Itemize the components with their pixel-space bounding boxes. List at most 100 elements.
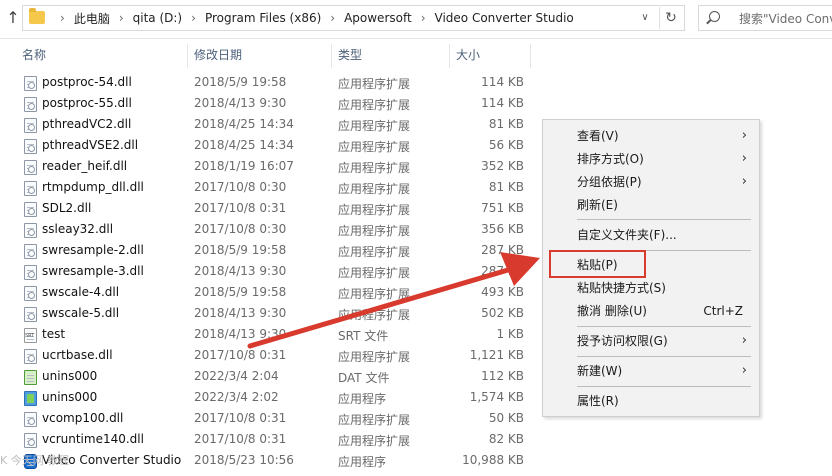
file-row[interactable]: pthreadVC2.dll 2018/4/25 14:34 应用程序扩展 81 KB — [0, 115, 540, 136]
column-header-name[interactable]: 名称 — [22, 44, 46, 68]
menu-item-refresh[interactable]: 刷新(E) — [543, 194, 759, 216]
file-name: swscale-4.dll — [42, 285, 120, 299]
menu-item-view[interactable]: 查看(V) › — [543, 125, 759, 147]
column-header-date[interactable]: 修改日期 — [194, 44, 242, 68]
menu-item-sort[interactable]: 排序方式(O) › — [543, 148, 759, 170]
file-icon — [24, 349, 37, 364]
file-type: 应用程序 — [338, 455, 387, 469]
file-row[interactable]: pthreadVSE2.dll 2018/4/25 14:34 应用程序扩展 56 K… — [0, 136, 540, 157]
file-row[interactable]: swscale-5.dll 2018/4/13 9:30 应用程序扩展 502 KB — [0, 304, 540, 325]
chevron-right-icon[interactable]: › — [421, 11, 426, 25]
column-divider[interactable] — [530, 44, 531, 68]
menu-item-properties[interactable]: 属性(R) — [543, 390, 759, 412]
file-icon — [24, 160, 37, 175]
chevron-right-icon[interactable]: › — [330, 11, 335, 25]
file-size: 81 KB — [488, 117, 524, 131]
menu-item-customize-folder[interactable]: 自定义文件夹(F)... — [543, 224, 759, 246]
up-arrow-icon[interactable]: ↑ — [4, 8, 22, 28]
file-row[interactable]: swresample-2.dll 2018/5/9 19:58 应用程序扩展 287 … — [0, 241, 540, 262]
file-date: 2018/4/25 14:34 — [194, 138, 294, 152]
file-row[interactable]: reader_heif.dll 2018/1/19 16:07 应用程序扩展 352 … — [0, 157, 540, 178]
menu-item-properties-label: 属性(R) — [577, 394, 619, 408]
chevron-right-icon[interactable]: › — [119, 11, 124, 25]
file-type: DAT 文件 — [338, 371, 390, 385]
menu-item-new[interactable]: 新建(W) › — [543, 360, 759, 382]
file-row[interactable]: postproc-54.dll 2018/5/9 19:58 应用程序扩展 114 K… — [0, 73, 540, 94]
file-type: 应用程序扩展 — [338, 434, 411, 448]
file-size: 751 KB — [481, 201, 524, 215]
menu-item-undo-shortcut: Ctrl+Z — [703, 304, 743, 318]
file-type: 应用程序扩展 — [338, 413, 411, 427]
file-date: 2022/3/4 2:04 — [194, 369, 279, 383]
file-icon — [24, 244, 37, 259]
file-row[interactable]: test 2018/4/13 9:30 SRT 文件 1 KB — [0, 325, 540, 346]
file-row[interactable]: unins000 2022/3/4 2:04 DAT 文件 112 KB — [0, 367, 540, 388]
file-date: 2017/10/8 0:30 — [194, 180, 287, 194]
file-name: reader_heif.dll — [42, 159, 128, 173]
file-name: swscale-5.dll — [42, 306, 120, 320]
breadcrumb-item-apowersoft[interactable]: Apowersoft — [344, 11, 412, 25]
file-name: swresample-2.dll — [42, 243, 144, 257]
file-row[interactable]: rtmpdump_dll.dll 2017/10/8 0:30 应用程序扩展 81 K… — [0, 178, 540, 199]
menu-item-group-label: 分组依据(P) — [577, 175, 642, 189]
file-icon — [24, 118, 37, 133]
file-row[interactable]: vcomp100.dll 2017/10/8 0:31 应用程序扩展 50 KB — [0, 409, 540, 430]
file-date: 2018/1/19 16:07 — [194, 159, 294, 173]
menu-item-sort-label: 排序方式(O) — [577, 152, 644, 166]
file-row[interactable]: Video Converter Studio 2018/5/23 10:56 应用程… — [0, 451, 540, 472]
menu-item-undo-delete[interactable]: 撤消 删除(U) Ctrl+Z — [543, 300, 759, 322]
file-type: 应用程序扩展 — [338, 98, 411, 112]
address-toolbar: ↑ › 此电脑 › qita (D:) › Program Files (x86… — [0, 0, 832, 39]
column-header-size[interactable]: 大小 — [456, 44, 480, 68]
file-type: 应用程序扩展 — [338, 182, 411, 196]
chevron-right-icon: › — [741, 128, 747, 143]
address-bar[interactable]: › 此电脑 › qita (D:) › Program Files (x86) … — [22, 5, 685, 31]
breadcrumb-item-program-files[interactable]: Program Files (x86) — [205, 11, 321, 25]
file-type: 应用程序扩展 — [338, 77, 411, 91]
file-type: 应用程序扩展 — [338, 266, 411, 280]
chevron-right-icon[interactable]: › — [191, 11, 196, 25]
paste-highlight-box — [549, 250, 646, 278]
watermark: K 今天网 教程 — [0, 454, 70, 467]
file-type: 应用程序扩展 — [338, 161, 411, 175]
chevron-right-icon[interactable]: › — [60, 11, 65, 25]
folder-icon — [29, 8, 45, 24]
file-size: 50 KB — [488, 411, 524, 425]
column-divider[interactable] — [331, 44, 332, 68]
menu-item-customize-folder-label: 自定义文件夹(F)... — [577, 228, 677, 242]
search-box[interactable]: 搜索"Video Conv — [698, 5, 832, 31]
menu-separator — [577, 326, 751, 327]
file-type: 应用程序扩展 — [338, 119, 411, 133]
file-icon — [24, 433, 37, 448]
file-size: 56 KB — [488, 138, 524, 152]
file-row[interactable]: swscale-4.dll 2018/5/9 19:58 应用程序扩展 493 KB — [0, 283, 540, 304]
file-row[interactable]: ssleay32.dll 2017/10/8 0:30 应用程序扩展 356 KB — [0, 220, 540, 241]
column-divider[interactable] — [449, 44, 450, 68]
breadcrumb-item-this-pc[interactable]: 此电脑 — [74, 10, 110, 27]
breadcrumb-item-video-converter-studio[interactable]: Video Converter Studio — [435, 11, 574, 25]
file-name: swresample-3.dll — [42, 264, 144, 278]
breadcrumb-item-drive[interactable]: qita (D:) — [133, 11, 182, 25]
file-row[interactable]: ucrtbase.dll 2017/10/8 0:31 应用程序扩展 1,121 KB — [0, 346, 540, 367]
file-row[interactable]: unins000 2022/3/4 2:02 应用程序 1,574 KB — [0, 388, 540, 409]
refresh-icon[interactable]: ↻ — [659, 7, 682, 29]
file-name: rtmpdump_dll.dll — [42, 180, 144, 194]
menu-item-paste-shortcut[interactable]: 粘贴快捷方式(S) — [543, 277, 759, 299]
file-size: 1,121 KB — [469, 348, 524, 362]
file-row[interactable]: vcruntime140.dll 2017/10/8 0:31 应用程序扩展 82 K… — [0, 430, 540, 451]
column-divider[interactable] — [187, 44, 188, 68]
chevron-down-icon[interactable]: ∨ — [637, 10, 653, 26]
column-header-type[interactable]: 类型 — [338, 44, 362, 68]
file-row[interactable]: SDL2.dll 2017/10/8 0:31 应用程序扩展 751 KB — [0, 199, 540, 220]
menu-item-group[interactable]: 分组依据(P) › — [543, 171, 759, 193]
menu-item-grant-access[interactable]: 授予访问权限(G) › — [543, 330, 759, 352]
file-row[interactable]: swresample-3.dll 2018/4/13 9:30 应用程序扩展 287 … — [0, 262, 540, 283]
file-icon — [24, 76, 37, 91]
file-size: 112 KB — [481, 369, 524, 383]
menu-item-view-label: 查看(V) — [577, 129, 619, 143]
file-name: SDL2.dll — [42, 201, 92, 215]
search-input[interactable]: 搜索"Video Conv — [739, 10, 832, 27]
file-row[interactable]: postproc-55.dll 2018/4/13 9:30 应用程序扩展 114 K… — [0, 94, 540, 115]
file-size: 114 KB — [481, 96, 524, 110]
file-icon — [24, 328, 37, 343]
